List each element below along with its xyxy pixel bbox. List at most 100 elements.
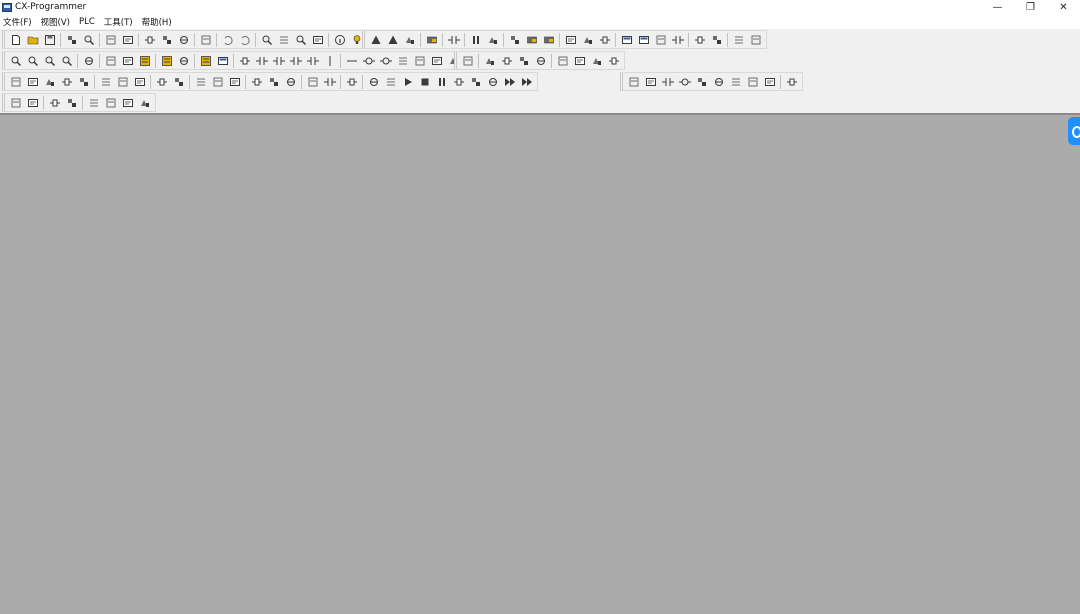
force-on-icon[interactable]	[485, 32, 501, 48]
io-table-icon[interactable]	[636, 32, 652, 48]
binary-icon[interactable]	[171, 74, 187, 90]
branch-down-icon[interactable]	[745, 74, 761, 90]
symbol-table-icon[interactable]	[137, 53, 153, 69]
settings-icon[interactable]	[653, 32, 669, 48]
pause-sim-icon[interactable]	[434, 74, 450, 90]
mnemonic-icon[interactable]	[176, 53, 192, 69]
series-icon[interactable]	[711, 74, 727, 90]
decimal-icon[interactable]	[210, 74, 226, 90]
align-icon[interactable]	[47, 95, 63, 111]
zoom-in-icon[interactable]	[8, 53, 24, 69]
cut-icon[interactable]	[142, 32, 158, 48]
sfc-icon[interactable]	[460, 53, 476, 69]
paste-icon[interactable]	[176, 32, 192, 48]
transfer-from-plc-icon[interactable]	[541, 32, 557, 48]
online-edit-icon[interactable]	[563, 32, 579, 48]
work-online-icon[interactable]	[368, 32, 384, 48]
contact-block-icon[interactable]	[660, 74, 676, 90]
list-icon[interactable]	[120, 53, 136, 69]
zoom-icon[interactable]	[59, 53, 75, 69]
play-icon[interactable]	[400, 74, 416, 90]
parallel-icon[interactable]	[694, 74, 710, 90]
step-in-icon[interactable]	[366, 74, 382, 90]
memory-icon[interactable]	[619, 32, 635, 48]
program-mode-icon[interactable]	[344, 74, 360, 90]
text-icon[interactable]	[227, 74, 243, 90]
rung-icon[interactable]	[626, 74, 642, 90]
instruction-icon[interactable]	[395, 53, 411, 69]
data-trace-icon[interactable]	[731, 32, 747, 48]
branch-up-icon[interactable]	[728, 74, 744, 90]
comment-icon[interactable]	[103, 53, 119, 69]
auto-online-icon[interactable]	[385, 32, 401, 48]
step-over-icon[interactable]	[383, 74, 399, 90]
grid-icon[interactable]	[81, 53, 97, 69]
hex-icon[interactable]	[193, 74, 209, 90]
compile-icon[interactable]	[115, 74, 131, 90]
ladder-icon[interactable]	[159, 53, 175, 69]
send-changes-icon[interactable]	[580, 32, 596, 48]
pause-icon[interactable]	[468, 32, 484, 48]
step-end-icon[interactable]	[451, 74, 467, 90]
set-bit-icon[interactable]	[103, 95, 119, 111]
find-address-icon[interactable]	[293, 32, 309, 48]
menu-tools[interactable]: 工具(T)	[104, 16, 133, 28]
nc-contact-icon[interactable]	[271, 53, 287, 69]
or-no-icon[interactable]	[288, 53, 304, 69]
find-icon[interactable]	[259, 32, 275, 48]
delete-icon[interactable]	[198, 32, 214, 48]
cross-ref-icon[interactable]	[59, 74, 75, 90]
show-symbols-icon[interactable]	[215, 53, 231, 69]
project-icon[interactable]	[8, 74, 24, 90]
cancel-edit-icon[interactable]	[597, 32, 613, 48]
coil-icon[interactable]	[361, 53, 377, 69]
block-icon[interactable]	[643, 74, 659, 90]
transfer-icon[interactable]	[424, 32, 440, 48]
menu-view[interactable]: 视图(V)	[41, 16, 70, 28]
vertical-line-icon[interactable]	[322, 53, 338, 69]
or-nc-icon[interactable]	[305, 53, 321, 69]
info-icon[interactable]	[332, 32, 348, 48]
select-mode-icon[interactable]	[237, 53, 253, 69]
break-icon[interactable]	[485, 74, 501, 90]
open-folder-icon[interactable]	[25, 32, 41, 48]
side-tab-icon[interactable]	[1068, 117, 1080, 145]
align-right-icon[interactable]	[64, 95, 80, 111]
clock-icon[interactable]	[709, 32, 725, 48]
print-icon[interactable]	[103, 32, 119, 48]
restore-button[interactable]: ❐	[1014, 0, 1047, 14]
zoom-fit-icon[interactable]	[25, 53, 41, 69]
menu-help[interactable]: 帮助(H)	[142, 16, 172, 28]
nc-coil-icon[interactable]	[378, 53, 394, 69]
new-file-icon[interactable]	[8, 32, 24, 48]
replace-address-icon[interactable]	[310, 32, 326, 48]
reset-bit-icon[interactable]	[120, 95, 136, 111]
toggle-bit-icon[interactable]	[86, 95, 102, 111]
menu-file[interactable]: 文件(F)	[3, 16, 32, 28]
redo-icon[interactable]	[237, 32, 253, 48]
end-icon[interactable]	[533, 53, 549, 69]
replace-icon[interactable]	[276, 32, 292, 48]
close-button[interactable]: ✕	[1047, 0, 1080, 14]
program-icon[interactable]	[482, 53, 498, 69]
watch-icon[interactable]	[42, 74, 58, 90]
undo-icon[interactable]	[220, 32, 236, 48]
no-contact-icon[interactable]	[254, 53, 270, 69]
merge-icon[interactable]	[762, 74, 778, 90]
save-icon[interactable]	[42, 32, 58, 48]
check-icon[interactable]	[132, 74, 148, 90]
properties-icon[interactable]	[555, 53, 571, 69]
view-window-icon[interactable]	[572, 53, 588, 69]
outdent-icon[interactable]	[25, 95, 41, 111]
address-ref-icon[interactable]	[606, 53, 622, 69]
copy-icon[interactable]	[159, 32, 175, 48]
zoom-out-icon[interactable]	[42, 53, 58, 69]
watch-window-icon[interactable]	[589, 53, 605, 69]
cycle-time-icon[interactable]	[692, 32, 708, 48]
show-ladder-icon[interactable]	[198, 53, 214, 69]
menu-plc[interactable]: PLC	[79, 17, 95, 27]
compile-all-icon[interactable]	[154, 74, 170, 90]
task-icon[interactable]	[499, 53, 515, 69]
step-out-icon[interactable]	[468, 74, 484, 90]
download-icon[interactable]	[266, 74, 282, 90]
